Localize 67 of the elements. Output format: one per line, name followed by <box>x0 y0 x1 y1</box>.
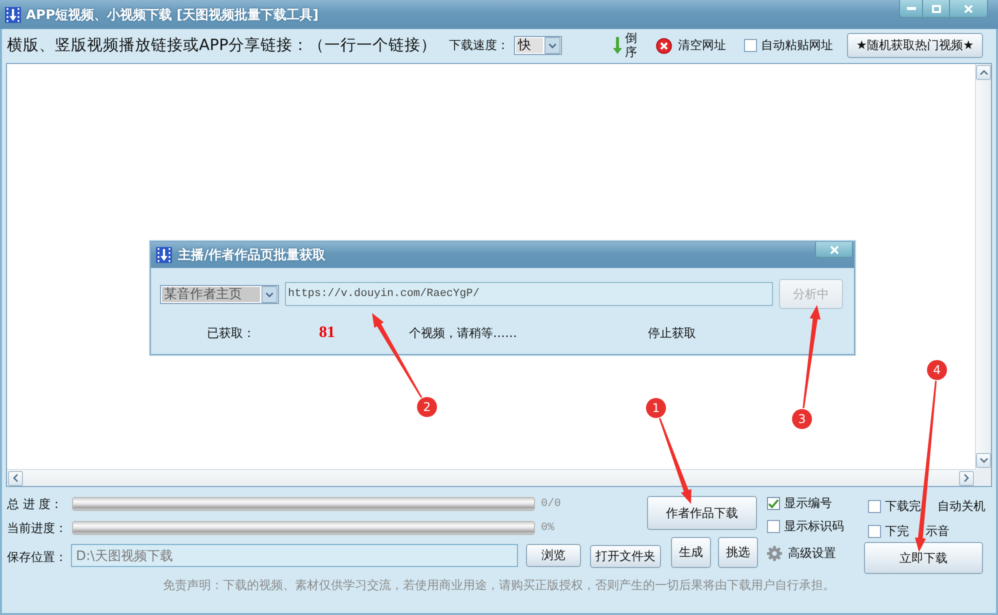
download-now-button[interactable]: 立即下载 <box>864 542 983 574</box>
progress-reading: 0/0 <box>541 498 561 510</box>
generate-button[interactable]: 生成 <box>671 537 711 568</box>
annotation-badge: 3 <box>792 409 812 429</box>
horizontal-scrollbar[interactable] <box>7 469 975 486</box>
app-logo-icon <box>156 247 172 263</box>
scroll-down-button[interactable] <box>976 453 991 468</box>
arrow-down-icon <box>613 37 622 54</box>
close-icon <box>830 246 838 254</box>
finish-option-checkbox[interactable] <box>868 500 881 513</box>
progress-label: 当前进度： <box>7 520 67 536</box>
dialog-title: 主播/作者作品页批量获取 <box>178 246 326 264</box>
link-input-label: 横版、竖版视频播放链接或APP分享链接：（一行一个链接） <box>7 35 436 56</box>
window-title: APP短视频、小视频下载 [天图视频批量下载工具] <box>26 6 319 24</box>
progress-reading: 0% <box>541 522 554 534</box>
annotation-badge: 4 <box>927 360 947 380</box>
progress-label: 总 进 度： <box>7 496 63 512</box>
open-folder-button[interactable]: 打开文件夹 <box>590 545 661 568</box>
pick-button[interactable]: 挑选 <box>718 537 758 568</box>
option-label[interactable]: 显示标识码 <box>784 518 844 535</box>
scroll-right-button[interactable] <box>959 470 974 486</box>
wait-message: 个视频，请稍等…… <box>409 324 517 342</box>
auto-paste-label[interactable]: 自动粘贴网址 <box>761 37 833 54</box>
chevron-left-icon <box>13 474 18 482</box>
save-location-label: 保存位置： <box>7 549 67 566</box>
url-field[interactable]: https://v.douyin.com/RaecYgP/ <box>285 282 773 306</box>
auto-paste-checkbox[interactable] <box>744 39 757 52</box>
author-works-download-button[interactable]: 作者作品下载 <box>647 496 757 530</box>
finish-option-checkbox[interactable] <box>868 525 881 538</box>
disclaimer-text: 免责声明：下载的视频、素材仅供学习交流，若使用商业用途，请购买正版授权，否则产生的一切后果将由下载用户自行承担。 <box>163 577 835 594</box>
scrollbar-corner <box>975 469 991 486</box>
speed-select[interactable]: 快 <box>514 36 562 55</box>
close-button[interactable] <box>950 0 988 18</box>
save-path-field[interactable]: D:\天图视频下载 <box>71 544 518 567</box>
scroll-up-button[interactable] <box>976 65 991 80</box>
maximize-icon <box>932 4 940 12</box>
settings-icon <box>767 546 782 561</box>
fetched-count: 81 <box>319 324 335 342</box>
stop-fetch-link[interactable]: 停止获取 <box>648 324 696 342</box>
maximize-button[interactable] <box>923 0 950 18</box>
source-select[interactable]: 某音作者主页 <box>160 284 279 304</box>
minimize-icon <box>906 7 916 10</box>
finish-option-label[interactable]: 下完 示音 <box>885 523 950 540</box>
dialog-close-button[interactable] <box>815 242 853 258</box>
browse-button[interactable]: 浏览 <box>526 544 581 567</box>
speed-label: 下载速度： <box>449 37 509 54</box>
x-circle-icon <box>656 38 672 54</box>
clear-urls-button[interactable]: 清空网址 <box>656 37 726 54</box>
fetched-label: 已获取： <box>207 324 255 342</box>
chevron-right-icon <box>964 474 969 482</box>
option-label[interactable]: 显示编号 <box>784 495 832 512</box>
annotation-badge: 1 <box>646 398 666 418</box>
chevron-up-icon <box>980 70 988 75</box>
app-logo-icon <box>5 6 21 22</box>
close-icon <box>964 4 973 12</box>
check-icon <box>768 498 779 508</box>
scroll-left-button[interactable] <box>8 470 23 486</box>
advanced-settings-button[interactable]: 高级设置 <box>767 545 836 562</box>
random-hot-videos-button[interactable]: ★随机获取热门视频★ <box>847 33 983 58</box>
chevron-down-icon <box>980 458 988 463</box>
reverse-order-button[interactable]: 倒序 <box>613 32 637 59</box>
vertical-scrollbar[interactable] <box>975 64 991 469</box>
minimize-button[interactable] <box>899 0 923 18</box>
annotation-badge: 2 <box>417 397 437 417</box>
option-checkbox[interactable] <box>767 520 780 533</box>
finish-option-label[interactable]: 下载完 自动关机 <box>885 498 986 515</box>
option-checkbox[interactable] <box>767 497 780 510</box>
